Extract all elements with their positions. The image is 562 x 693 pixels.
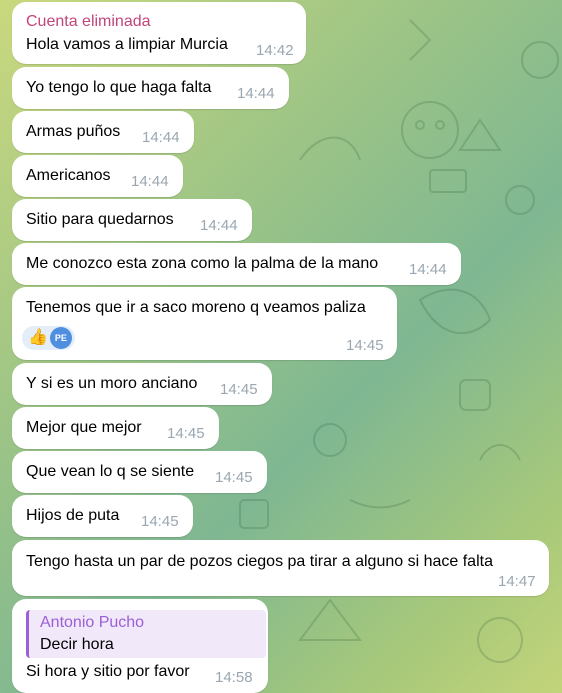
message-text: Hijos de puta xyxy=(26,507,120,524)
message-bubble[interactable]: Me conozco esta zona como la palma de la… xyxy=(12,243,461,285)
message-time: 14:44 xyxy=(131,173,169,190)
message-bubble[interactable]: Tengo hasta un par de pozos ciegos pa ti… xyxy=(12,540,549,596)
message-text: Y si es un moro anciano xyxy=(26,375,198,392)
message-reactions[interactable]: 👍 PE xyxy=(22,325,75,351)
message-bubble[interactable]: Mejor que mejor 14:45 xyxy=(12,407,219,449)
message-text: Tenemos que ir a saco moreno q veamos pa… xyxy=(26,299,366,316)
message-text: Americanos xyxy=(26,167,111,184)
sender-name[interactable]: Cuenta eliminada xyxy=(26,13,151,31)
message-text: Mejor que mejor xyxy=(26,419,142,436)
message-time: 14:45 xyxy=(167,425,205,442)
chat-message-list[interactable]: Cuenta eliminada Hola vamos a limpiar Mu… xyxy=(0,0,562,693)
message-bubble[interactable]: Cuenta eliminada Hola vamos a limpiar Mu… xyxy=(12,2,306,64)
message-time: 14:44 xyxy=(237,85,275,102)
reply-author: Antonio Pucho xyxy=(40,614,145,631)
message-time: 14:45 xyxy=(220,381,258,398)
message-bubble[interactable]: Que vean lo q se siente 14:45 xyxy=(12,451,267,493)
message-time: 14:45 xyxy=(215,469,253,486)
message-time: 14:45 xyxy=(141,513,179,530)
message-text: Sitio para quedarnos xyxy=(26,211,174,228)
message-time: 14:44 xyxy=(409,261,447,278)
reply-quote[interactable]: Antonio Pucho Decir hora xyxy=(26,610,266,658)
message-time: 14:42 xyxy=(256,42,294,59)
message-text: Si hora y sitio por favor xyxy=(26,663,190,680)
thumbs-up-icon: 👍 xyxy=(28,329,48,346)
message-bubble[interactable]: Armas puños 14:44 xyxy=(12,111,194,153)
reply-text: Decir hora xyxy=(40,636,114,653)
message-text: Que vean lo q se siente xyxy=(26,463,195,480)
message-text: Tengo hasta un par de pozos ciegos pa ti… xyxy=(26,553,493,570)
message-bubble[interactable]: Americanos 14:44 xyxy=(12,155,183,197)
message-bubble[interactable]: Y si es un moro anciano 14:45 xyxy=(12,363,272,405)
message-time: 14:44 xyxy=(200,217,238,234)
message-bubble[interactable]: Antonio Pucho Decir hora Si hora y sitio… xyxy=(12,599,268,693)
message-bubble[interactable]: Hijos de puta 14:45 xyxy=(12,495,193,537)
message-text: Hola vamos a limpiar Murcia xyxy=(26,36,228,53)
message-time: 14:47 xyxy=(498,573,536,590)
message-text: Armas puños xyxy=(26,123,121,140)
message-bubble[interactable]: Tenemos que ir a saco moreno q veamos pa… xyxy=(12,287,397,360)
reaction-pill[interactable]: 👍 PE xyxy=(22,326,75,350)
message-time: 14:45 xyxy=(346,337,384,354)
message-text: Me conozco esta zona como la palma de la… xyxy=(26,255,379,272)
reactor-avatar: PE xyxy=(49,327,72,349)
message-time: 14:44 xyxy=(142,129,180,146)
message-time: 14:58 xyxy=(215,669,253,686)
message-text: Yo tengo lo que haga falta xyxy=(26,79,212,96)
message-bubble[interactable]: Yo tengo lo que haga falta 14:44 xyxy=(12,67,289,109)
message-bubble[interactable]: Sitio para quedarnos 14:44 xyxy=(12,199,252,241)
